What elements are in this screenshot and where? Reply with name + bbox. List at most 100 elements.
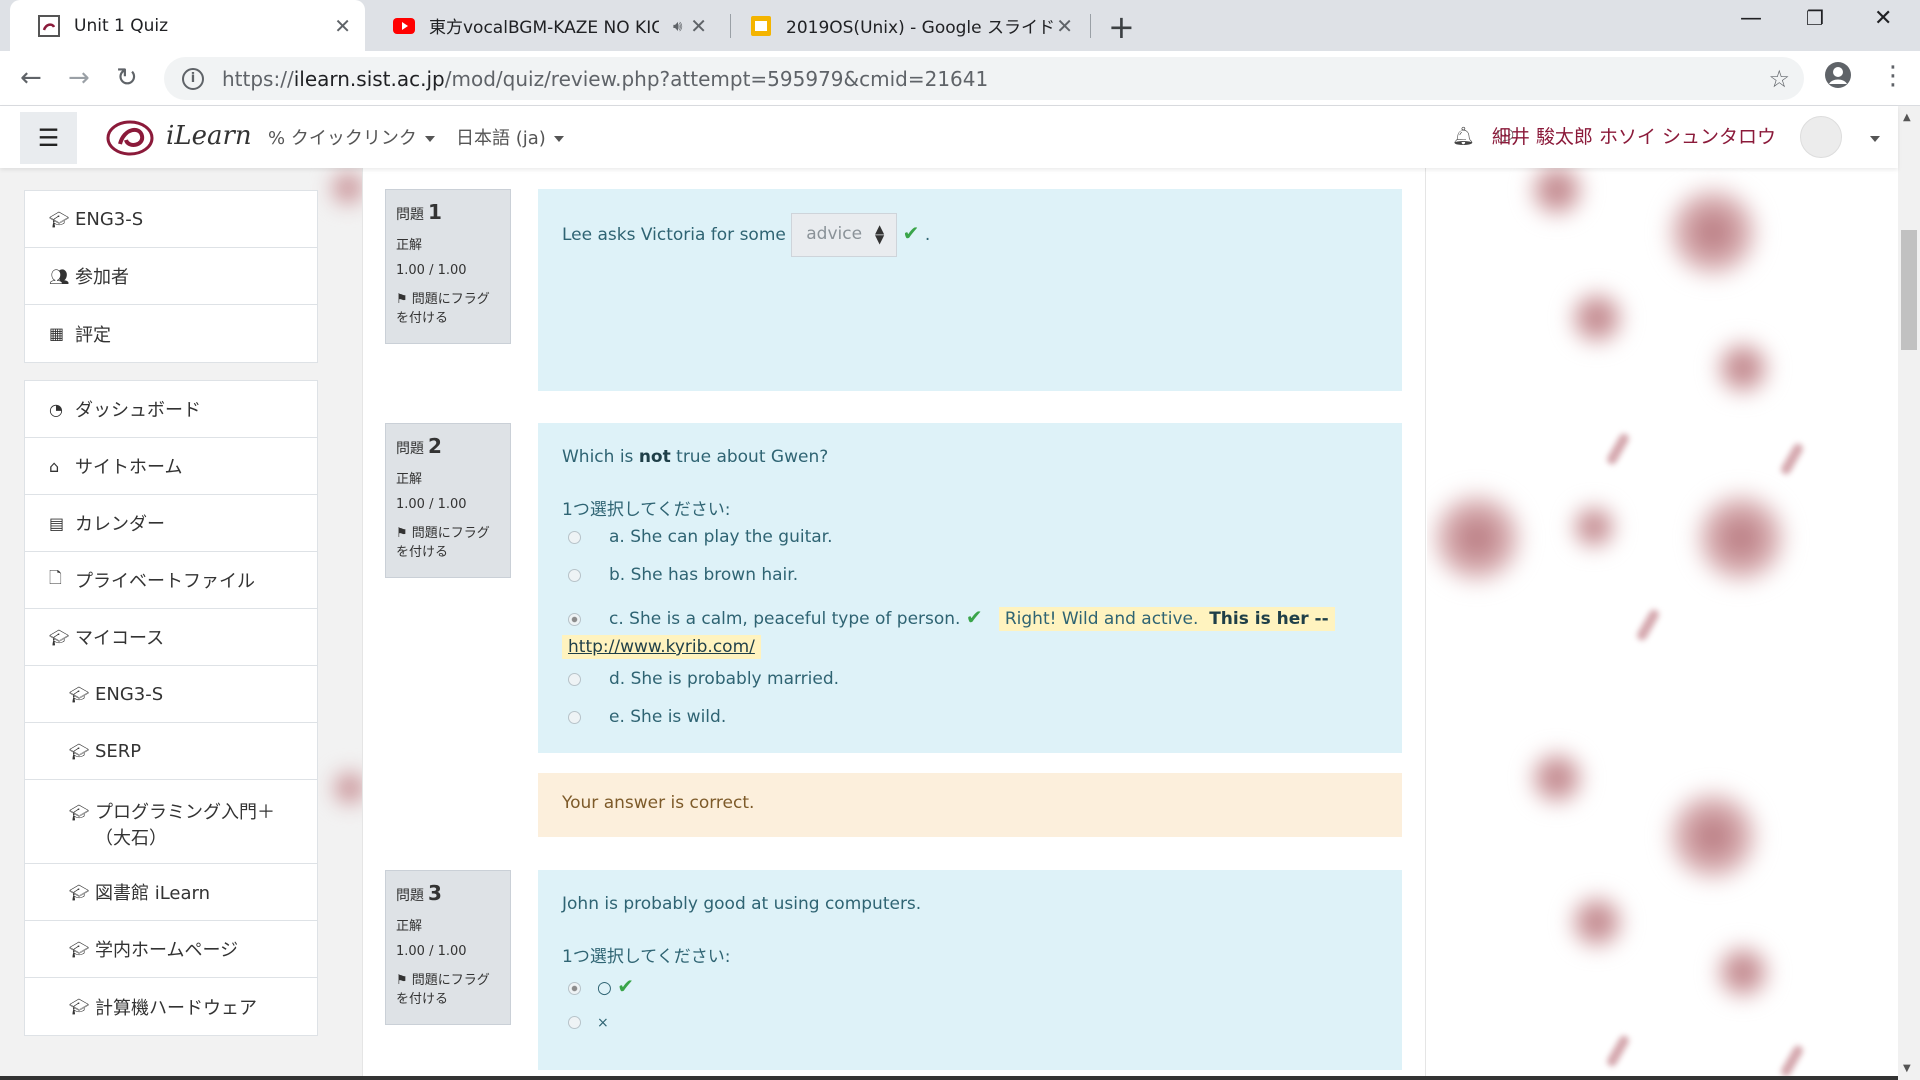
scroll-down-icon[interactable]: ▼ [1903,1063,1911,1074]
tab-unit1-quiz[interactable]: Unit 1 Quiz ✕ [10,0,365,51]
drawer-item-site-home[interactable]: ⌂ サイトホーム [25,438,317,495]
drawer-item-eng3s[interactable]: 🎓︎ ENG3-S [25,191,317,248]
graduation-cap-icon: 🎓︎ [49,627,70,647]
question-grade: 1.00 / 1.00 [396,263,467,278]
graduation-cap-icon: 🎓︎ [69,803,90,822]
page-scrollbar[interactable]: ▲ ▼ [1898,106,1920,1080]
answer-option-c[interactable]: c. She is a calm, peaceful type of perso… [562,603,1368,661]
drawer-item-calendar[interactable]: ▤ カレンダー [25,495,317,552]
answer-option-false[interactable]: × [568,1012,609,1032]
choose-prompt: 1つ選択してください: [562,500,731,520]
answer-option-true[interactable]: ○ ✔ [568,974,634,998]
drawer-item-grades[interactable]: ▦ 評定 [25,305,317,362]
answer-option-a[interactable]: a. She can play the guitar. [568,527,833,547]
hamburger-icon: ☰ [37,124,60,152]
close-tab-icon[interactable]: ✕ [334,14,351,38]
graduation-cap-icon: 🎓︎ [69,882,90,902]
tab-youtube[interactable]: 東方vocalBGM-KAZE NO KIC 🔊︎ ✕ [365,0,721,51]
address-bar[interactable]: i https://ilearn.sist.ac.jp/mod/quiz/rev… [164,57,1804,100]
url-text[interactable]: https://ilearn.sist.ac.jp/mod/quiz/revie… [222,67,988,91]
restore-icon[interactable]: ❐ [1806,6,1824,30]
question-prompt: John is probably good at using computers… [562,894,922,914]
profile-icon[interactable] [1824,61,1852,96]
question-state: 正解 [396,472,423,487]
bookmark-star-icon[interactable]: ☆ [1768,65,1790,93]
tab-title: 2019OS(Unix) - Google スライド [786,18,1055,38]
speaker-icon[interactable]: 🔊︎ [673,17,682,35]
language-menu[interactable]: 日本語 (ja) [456,124,564,150]
drawer-item-course-serp[interactable]: 🎓︎ SERP [25,723,317,780]
google-slides-icon [750,15,772,37]
answer-option-e[interactable]: e. She is wild. [568,707,726,727]
drawer-item-course-library[interactable]: 🎓︎ 図書館 iLearn [25,864,317,921]
back-icon[interactable]: ← [20,63,42,93]
site-info-icon[interactable]: i [182,67,204,90]
background-decoration [1427,168,1898,1080]
question-text: Lee asks Victoria for some [562,225,786,245]
bell-icon[interactable]: 🔔︎ [1452,126,1475,147]
question-content-2: Which is not true about Gwen? 1つ選択してください… [538,423,1402,753]
answer-option-b[interactable]: b. She has brown hair. [568,565,798,585]
graduation-cap-icon: 🎓︎ [69,997,90,1016]
user-menu-caret[interactable] [1862,128,1880,149]
question-info-2: 問題 2 正解 1.00 / 1.00 ⚑ 問題にフラグを付ける [385,423,511,578]
radio-button[interactable] [568,710,581,724]
radio-button[interactable] [568,672,581,686]
user-name[interactable]: 細井 駿太郎 ホソイ シュンタロウ [1492,122,1776,149]
drawer-item-my-courses[interactable]: 🎓︎ マイコース [25,609,317,666]
users-icon: 👥︎ [49,266,70,286]
drawer-item-course-homepage[interactable]: 🎓︎ 学内ホームページ [25,921,317,978]
correct-check-icon: ✔ [902,221,920,245]
drawer-item-dashboard[interactable]: ◔ ダッシュボード [25,381,317,438]
tab-google-slides[interactable]: 2019OS(Unix) - Google スライド ✕ [722,0,1087,51]
question-state: 正解 [396,238,423,253]
calendar-icon: ▤ [49,513,65,533]
radio-button[interactable] [568,1015,581,1029]
question-grade: 1.00 / 1.00 [396,497,467,512]
close-tab-icon[interactable]: ✕ [1056,14,1073,38]
drawer-item-participants[interactable]: 👥︎ 参加者 [25,248,317,305]
file-icon: 🗋 [49,567,62,587]
forward-icon[interactable]: → [68,63,90,93]
site-logo[interactable]: iLearn [104,114,252,158]
question-grade: 1.00 / 1.00 [396,944,467,959]
drawer-item-course-hardware[interactable]: 🎓︎ 計算機ハードウェア [25,978,317,1035]
question-number: 問題 1 [396,200,442,224]
browser-toolbar: ← → ↻ i https://ilearn.sist.ac.jp/mod/qu… [0,51,1920,106]
scrollbar-thumb[interactable] [1901,230,1917,350]
drawer-item-course-eng3s[interactable]: 🎓︎ ENG3-S [25,666,317,723]
graduation-cap-icon: 🎓︎ [49,209,70,229]
quicklinks-menu[interactable]: % クイックリンク [268,124,435,150]
scroll-up-icon[interactable]: ▲ [1903,112,1911,123]
drawer-item-course-programming[interactable]: 🎓︎ プログラミング入門＋（大石） [25,780,317,864]
feedback-link[interactable]: http://www.kyrib.com/ [562,635,761,659]
new-tab-icon[interactable]: + [1108,8,1135,46]
flag-icon: ⚑ [396,526,412,541]
answer-option-d[interactable]: d. She is probably married. [568,669,839,689]
correct-check-icon: ✔ [965,605,983,629]
window-close-icon[interactable]: ✕ [1874,6,1892,31]
radio-button[interactable] [568,568,581,582]
question-info-1: 問題 1 正解 1.00 / 1.00 ⚑ 問題にフラグを付ける [385,189,511,344]
drawer-toggle-button[interactable]: ☰ [20,112,77,164]
select-arrows-icon: ▲ ▼ [875,222,885,246]
table-icon: ▦ [49,324,65,343]
radio-button-selected[interactable] [568,981,581,995]
radio-button-selected[interactable] [568,612,581,626]
answer-select[interactable]: advice ▲ ▼ [791,213,898,257]
radio-button[interactable] [568,530,581,544]
flag-question-link[interactable]: ⚑ 問題にフラグを付ける [396,969,500,1007]
chrome-menu-icon[interactable]: ⋮ [1880,61,1906,91]
flag-question-link[interactable]: ⚑ 問題にフラグを付ける [396,288,500,326]
minimize-icon[interactable]: — [1740,6,1762,31]
avatar[interactable] [1800,116,1842,158]
tab-title: 東方vocalBGM-KAZE NO KIC [429,18,659,38]
drawer-item-private-files[interactable]: 🗋 プライベートファイル [25,552,317,609]
question-text-end: . [924,225,931,245]
question-info-3: 問題 3 正解 1.00 / 1.00 ⚑ 問題にフラグを付ける [385,870,511,1025]
reload-icon[interactable]: ↻ [116,63,138,93]
graduation-cap-icon: 🎓︎ [69,741,90,761]
flag-question-link[interactable]: ⚑ 問題にフラグを付ける [396,522,500,560]
close-tab-icon[interactable]: ✕ [690,14,707,38]
question-number: 問題 2 [396,434,442,458]
